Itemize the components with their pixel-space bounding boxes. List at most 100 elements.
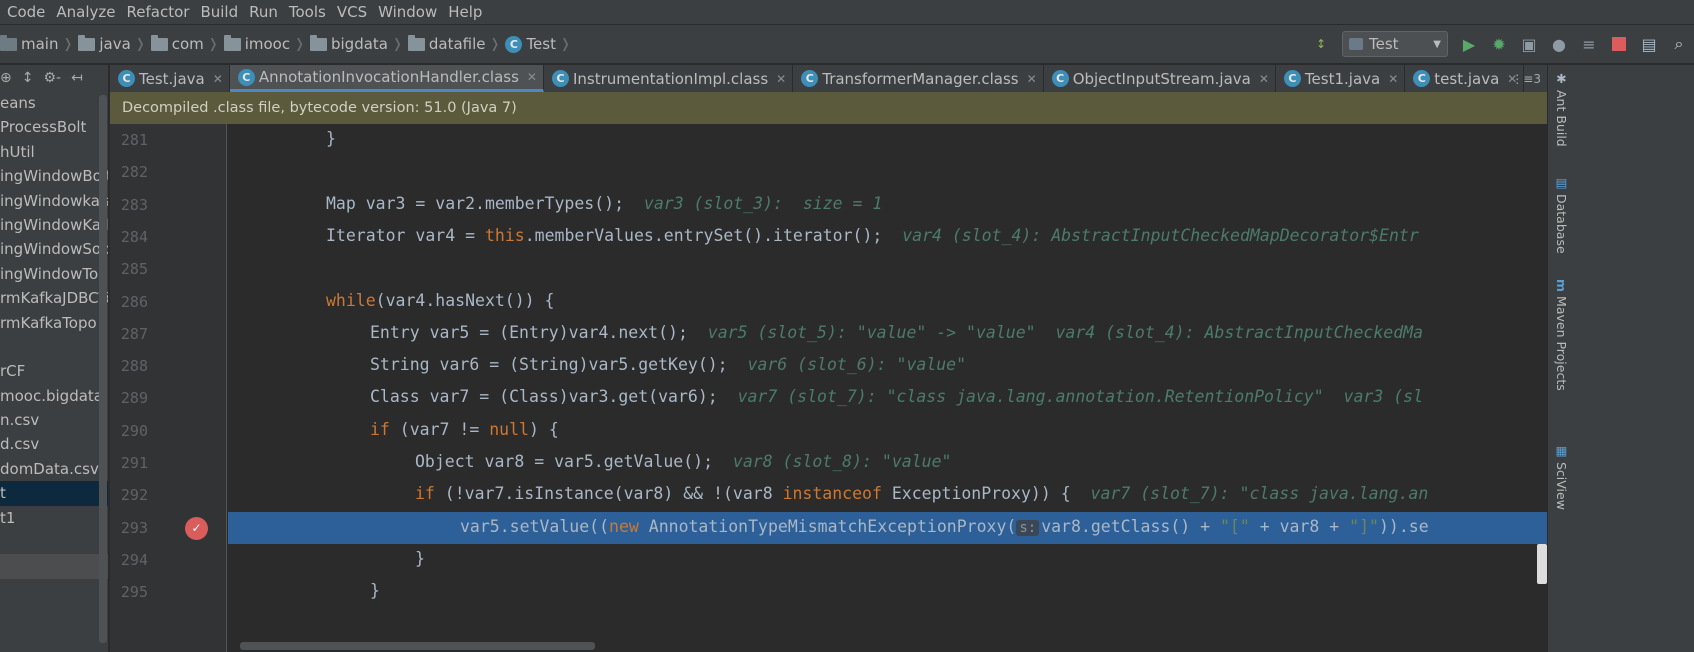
line-number: 292 [120,486,148,505]
line-number: 290 [120,421,148,440]
tool-maven-projects[interactable]: mMaven Projects [1554,279,1569,391]
close-icon[interactable]: ✕ [776,72,786,86]
sort-icon[interactable]: ↕ [1310,33,1332,55]
project-item[interactable] [0,335,108,359]
code-line: 288 String var6 = (String)var5.getKey();… [110,350,1547,382]
profile-icon[interactable]: ● [1548,33,1570,55]
code-line: 287 Entry var5 = (Entry)var4.next(); var… [110,318,1547,350]
project-item[interactable]: ingWindowkafaB [0,189,108,213]
close-icon[interactable]: ✕ [1027,72,1037,86]
search-icon[interactable]: ⌕ [1668,33,1690,55]
chevron-down-icon: ▼ [1433,38,1441,50]
locate-icon[interactable]: ⊕ [0,70,12,86]
project-item[interactable]: ingWindowKafka [0,213,108,237]
database-icon: ▤ [1554,175,1569,190]
project-item[interactable]: ProcessBolt [0,115,108,139]
code-line: 284 Iterator var4 = this.memberValues.en… [110,221,1547,253]
folder-icon [309,34,327,51]
menu-tools[interactable]: Tools [283,0,331,24]
code-line: 282 [110,156,1547,188]
hide-icon[interactable]: ↤ [71,70,83,86]
line-number: 291 [120,454,148,472]
close-icon[interactable]: ✕ [527,70,537,84]
breadcrumb: main ❭ java ❭ com ❭ imooc ❭ bigdata ❭ datafil… [0,25,576,63]
code-text: } [326,129,336,148]
menu-vcs[interactable]: VCS [331,0,372,24]
project-item-selected[interactable]: t [0,481,108,506]
debug-icon[interactable]: ✹ [1488,33,1510,55]
project-item[interactable]: eans [0,91,108,115]
breadcrumb-datafile[interactable]: datafile ❭ [407,34,506,53]
project-scrollbar[interactable] [99,95,107,643]
close-icon[interactable]: ✕ [1259,72,1269,86]
project-item[interactable]: n.csv [0,408,108,432]
project-structure-icon[interactable]: ▤ [1638,33,1660,55]
class-icon: C [1413,70,1431,87]
folder-icon [150,34,168,51]
code-line: 285 [110,253,1547,285]
line-number: 287 [120,324,148,343]
project-item[interactable]: d.csv [0,432,108,456]
line-number: 289 [120,389,148,408]
class-icon: C [1051,70,1069,87]
gear-icon[interactable]: ⚙‑ [43,70,61,86]
project-item[interactable] [0,530,108,554]
tool-database[interactable]: ▤Database [1554,175,1569,254]
project-item[interactable]: rmKafkaTopo [0,311,108,335]
project-item[interactable]: t1 [0,506,108,530]
breadcrumb-java[interactable]: java ❭ [78,34,150,53]
build-icon[interactable]: ≡ [1578,33,1600,55]
project-item[interactable]: domData.csv [0,457,108,481]
project-item[interactable] [0,554,108,579]
code-text: Map var3 = var2.memberTypes(); var3 (slo… [326,193,883,213]
code-text: var5.setValue((new AnnotationTypeMismatc… [460,516,1429,536]
project-item[interactable]: rCF [0,359,108,383]
menu-run[interactable]: Run [244,0,284,24]
tab-test1-java[interactable]: C Test1.java ✕ [1276,65,1406,92]
breadcrumb-test[interactable]: C Test ❭ [505,35,575,53]
tab-object-input-stream[interactable]: C ObjectInputStream.java ✕ [1044,65,1276,92]
project-item[interactable]: ingWindowSopu [0,237,108,261]
tab-instrumentation-impl[interactable]: C InstrumentationImpl.class ✕ [544,65,794,92]
folder-icon [78,34,96,51]
horizontal-scrollbar[interactable] [240,642,595,650]
coverage-icon[interactable]: ▣ [1518,33,1540,55]
navigation-bar: main ❭ java ❭ com ❭ imooc ❭ bigdata ❭ datafil… [0,24,1694,64]
breadcrumb-main[interactable]: main ❭ [0,34,78,53]
code-line: 291 Object var8 = var5.getValue(); var8 … [110,447,1547,479]
collapse-icon[interactable]: ↕ [22,70,34,86]
menu-build[interactable]: Build [195,0,244,24]
breadcrumb-imooc[interactable]: imooc ❭ [223,34,310,53]
line-number: 288 [120,357,148,376]
run-icon[interactable]: ▶ [1458,33,1480,55]
close-icon[interactable]: ✕ [213,72,223,86]
breadcrumb-com[interactable]: com ❭ [150,34,224,53]
code-text: Class var7 = (Class)var3.get(var6); var7… [370,387,1423,407]
vertical-scrollbar[interactable] [1537,544,1547,584]
breadcrumb-bigdata[interactable]: bigdata ❭ [309,34,408,53]
menu-code[interactable]: Code [0,0,51,24]
stop-icon[interactable] [1608,33,1630,55]
code-text: } [415,548,425,568]
breakpoint-icon[interactable]: ✓ [185,516,208,540]
tab-overflow-button[interactable]: ⋮≡3 [1505,65,1547,92]
project-item[interactable]: ingWindowBolt [0,164,108,188]
menu-analyze[interactable]: Analyze [51,0,121,24]
menu-help[interactable]: Help [443,0,488,24]
code-editor[interactable]: 281 } 282 283 Map var3 = var2.memberType… [110,124,1547,652]
tool-ant-build[interactable]: ✱Ant Build [1554,71,1569,147]
project-item[interactable]: mooc.bigdata.dat [0,384,108,408]
project-item[interactable]: rmKafkaJDBCTop [0,286,108,310]
code-line: 294 } [110,544,1547,576]
tool-sciview[interactable]: ▦SciView [1554,443,1569,510]
menu-window[interactable]: Window [373,0,443,24]
close-icon[interactable]: ✕ [1388,72,1398,86]
tab-test-java[interactable]: C Test.java ✕ [110,65,230,92]
project-item[interactable]: hUtil [0,140,108,164]
code-line: 292 if (!var7.isInstance(var8) && !(var8… [110,479,1547,511]
run-configuration-select[interactable]: Test ▼ [1342,31,1448,57]
project-item[interactable]: ingWindowTopo [0,262,108,286]
menu-refactor[interactable]: Refactor [121,0,195,24]
tab-annotation-invocation-handler[interactable]: C AnnotationInvocationHandler.class ✕ [229,65,544,92]
tab-transformer-manager[interactable]: C TransformerManager.class ✕ [793,65,1044,92]
